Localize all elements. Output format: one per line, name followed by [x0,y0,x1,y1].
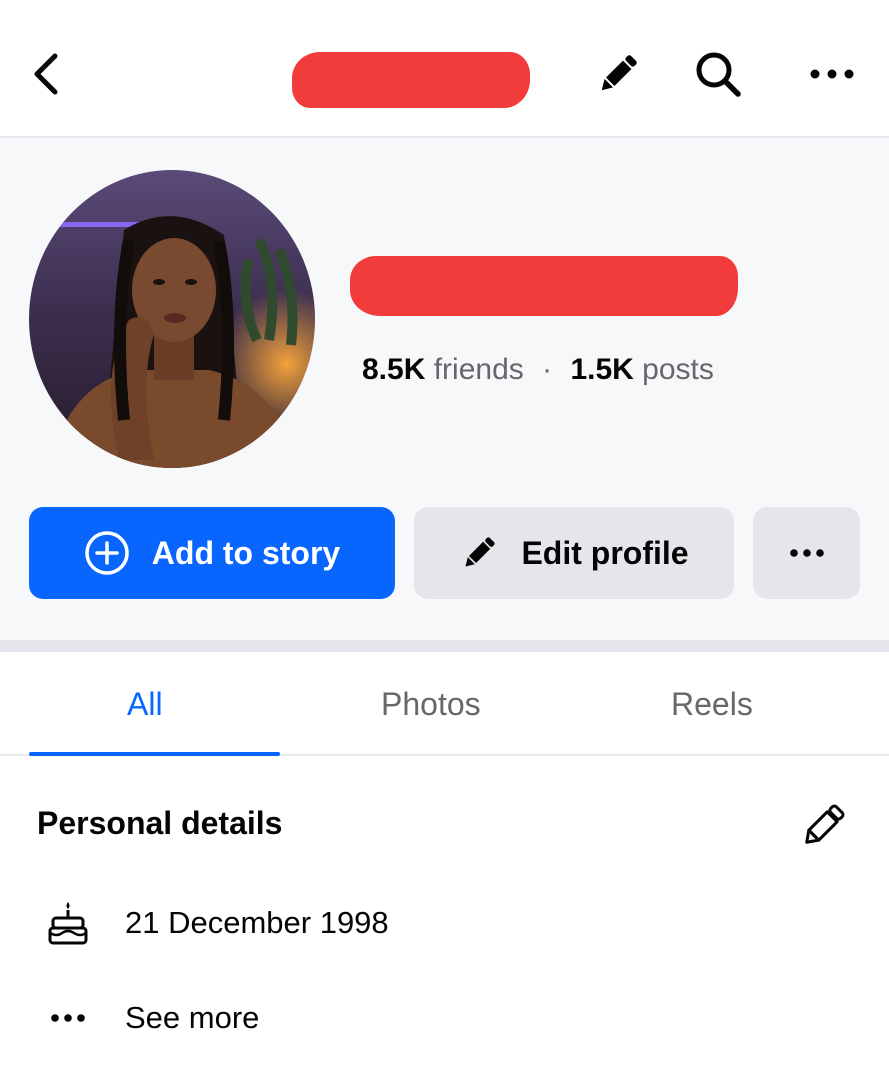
tab-reels[interactable]: Reels [671,686,753,723]
more-horizontal-icon [810,69,854,79]
personal-details-title: Personal details [37,805,283,841]
avatar-photo [29,170,315,468]
tab-photos[interactable]: Photos [381,686,481,723]
pencil-icon [601,55,637,91]
posts-count: 1.5K [570,353,634,386]
redacted-profile-name [292,52,530,108]
search-button[interactable] [688,44,748,104]
profile-tabs: All Photos Reels [0,652,889,756]
more-horizontal-icon [37,1013,99,1023]
profile-avatar[interactable] [29,170,315,468]
add-to-story-label: Add to story [151,534,341,571]
stats-separator: · [542,353,553,386]
posts-label: posts [642,353,714,386]
edit-profile-label: Edit profile [521,534,689,571]
chevron-left-icon [34,53,58,95]
edit-profile-button[interactable]: Edit profile [414,507,734,599]
edit-button[interactable] [588,44,648,104]
birthday-row: 21 December 1998 [37,900,389,946]
profile-stats: 8.5K friends · 1.5K posts [362,350,714,390]
birthday-cake-icon [37,900,99,946]
friends-count: 8.5K [362,353,426,386]
friends-label[interactable]: friends [434,353,524,386]
see-more-label: See more [125,1000,260,1035]
section-divider [0,640,889,652]
pencil-icon [459,533,499,573]
plus-circle-icon [84,530,130,576]
see-more-row[interactable]: See more [37,1000,259,1036]
profile-header: 8.5K friends · 1.5K posts Add to story E… [0,138,889,640]
top-bar [0,0,889,138]
profile-more-button[interactable] [753,507,860,599]
active-tab-indicator [29,752,280,756]
add-to-story-button[interactable]: Add to story [29,507,395,599]
search-icon [696,52,741,97]
birthday-text: 21 December 1998 [125,905,389,940]
edit-details-button[interactable] [795,796,851,856]
more-horizontal-icon [789,549,824,557]
redacted-display-name [350,256,738,316]
more-options-button[interactable] [800,44,864,104]
back-button[interactable] [18,44,74,104]
tab-all[interactable]: All [127,686,163,723]
pencil-outline-icon [805,804,845,844]
